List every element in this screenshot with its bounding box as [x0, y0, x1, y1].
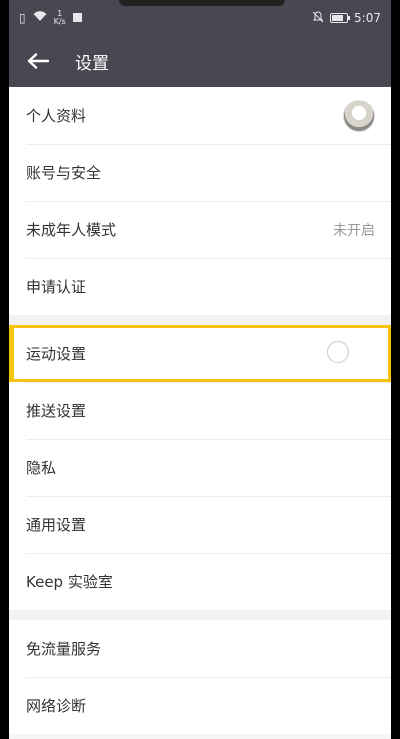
- settings-item-label: 网络诊断: [26, 697, 87, 715]
- settings-item-network-diagnosis[interactable]: 网络诊断: [9, 677, 391, 734]
- settings-item-label: 账号与安全: [26, 164, 102, 182]
- sim-card-icon: ▯: [19, 10, 26, 25]
- section-divider: [9, 610, 391, 620]
- settings-item-label: 推送设置: [26, 402, 87, 420]
- avatar: [343, 99, 375, 132]
- settings-item-minor-mode[interactable]: 未成年人模式 未开启: [9, 201, 391, 258]
- settings-item-general[interactable]: 通用设置: [9, 496, 391, 553]
- settings-item-privacy[interactable]: 隐私: [9, 439, 391, 496]
- settings-item-label: 未成年人模式: [26, 221, 117, 239]
- settings-item-label: 运动设置: [26, 345, 87, 363]
- settings-list: 个人资料 账号与安全 未成年人模式 未开启 申请认证 运动设置 推送设置 隐私 …: [9, 87, 391, 734]
- app-bar: 设置: [9, 35, 391, 87]
- settings-item-free-data[interactable]: 免流量服务: [9, 620, 391, 677]
- settings-group-general: 运动设置 推送设置 隐私 通用设置 Keep 实验室: [9, 325, 391, 610]
- network-speed-unit: K/s: [53, 16, 66, 26]
- minor-mode-status: 未开启: [333, 222, 375, 239]
- settings-group-account: 个人资料 账号与安全 未成年人模式 未开启 申请认证: [9, 87, 391, 315]
- clock: 5:07: [354, 10, 381, 25]
- tap-indicator-icon: [327, 341, 349, 363]
- settings-item-exercise[interactable]: 运动设置: [9, 325, 391, 382]
- arrow-left-icon: [27, 53, 49, 69]
- network-speed: 1 K/s: [53, 9, 66, 26]
- settings-item-profile[interactable]: 个人资料: [9, 87, 391, 144]
- settings-item-push[interactable]: 推送设置: [9, 382, 391, 439]
- camera-notch: [119, 0, 285, 6]
- status-bar: ▯ 1 K/s 5:07: [9, 0, 391, 35]
- back-button[interactable]: [25, 48, 51, 74]
- settings-item-label: 隐私: [26, 459, 57, 477]
- settings-item-account-security[interactable]: 账号与安全: [9, 144, 391, 201]
- settings-item-verification[interactable]: 申请认证: [9, 258, 391, 315]
- mute-bell-icon: [312, 10, 324, 25]
- settings-item-label: 通用设置: [26, 516, 87, 534]
- settings-item-label: 免流量服务: [26, 640, 102, 658]
- notification-icon: [72, 13, 82, 22]
- settings-item-label: 个人资料: [26, 107, 87, 125]
- page-title: 设置: [75, 53, 109, 74]
- settings-item-label: Keep 实验室: [26, 573, 113, 591]
- battery-icon: [330, 12, 351, 23]
- settings-item-label: 申请认证: [26, 278, 87, 296]
- phone-screen: ▯ 1 K/s 5:07 设置 个人资料 账号与安全 未成年人模式 未开启 申请…: [9, 0, 391, 739]
- settings-item-lab[interactable]: Keep 实验室: [9, 553, 391, 610]
- wifi-icon: [33, 11, 47, 24]
- settings-group-network: 免流量服务 网络诊断: [9, 620, 391, 734]
- section-divider: [9, 315, 391, 325]
